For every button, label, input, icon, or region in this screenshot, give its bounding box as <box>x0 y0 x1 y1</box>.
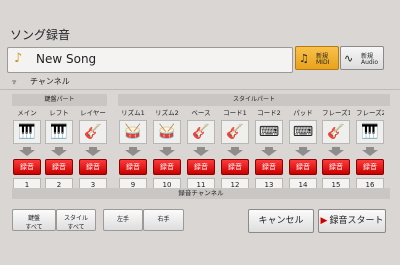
track-name: リズム2 <box>155 109 179 117</box>
track-name: コード2 <box>257 109 281 117</box>
rec-start-label: 録音スタート <box>329 216 384 226</box>
channel-label: チャンネル <box>30 77 70 86</box>
arrow-down-icon <box>261 147 277 156</box>
right-hand-button[interactable]: 右手 <box>143 209 184 231</box>
guitar-icon[interactable]: 🎸 <box>221 120 249 144</box>
rec-start-button[interactable]: ▶ 録音スタート <box>318 209 386 233</box>
rec-toggle-button[interactable]: 録音 <box>13 159 41 175</box>
midi-label-2: MIDI <box>316 59 330 66</box>
rec-toggle-button[interactable]: 録音 <box>153 159 181 175</box>
track-name: レイヤー <box>80 109 106 117</box>
rec-toggle-button[interactable]: 録音 <box>79 159 107 175</box>
arrow-down-icon <box>51 147 67 156</box>
keyboard-part-header: 鍵盤パート <box>12 94 107 106</box>
keyboard-all-button[interactable]: 鍵盤 すべて <box>12 209 56 231</box>
rec-toggle-button[interactable]: 録音 <box>119 159 147 175</box>
piano-icon[interactable]: 🎹 <box>45 120 73 144</box>
track-name: コード1 <box>223 109 247 117</box>
rec-toggle-button[interactable]: 録音 <box>187 159 215 175</box>
guitar-icon[interactable]: 🎸 <box>79 120 107 144</box>
rec-toggle-button[interactable]: 録音 <box>289 159 317 175</box>
arrow-down-icon <box>85 147 101 156</box>
style-part-header: スタイルパート <box>118 94 390 106</box>
arrow-down-icon <box>125 147 141 156</box>
arrow-down-icon <box>19 147 35 156</box>
note-sparkle-icon: ♪ <box>14 51 23 66</box>
arrow-down-icon <box>193 147 209 156</box>
page-title: ソング録音 <box>10 28 71 42</box>
arrow-down-icon <box>159 147 175 156</box>
waveform-icon: ∿ <box>344 52 354 65</box>
arrow-down-icon <box>295 147 311 156</box>
arrow-down-icon <box>362 147 378 156</box>
style-all-l2: すべて <box>67 224 85 231</box>
divider <box>0 89 400 90</box>
style-all-button[interactable]: スタイル すべて <box>56 209 96 231</box>
keyboard-all-l2: すべて <box>25 224 43 231</box>
drums-icon[interactable]: 🥁 <box>119 120 147 144</box>
track-name: フレーズ2 <box>356 109 384 117</box>
cancel-button[interactable]: キャンセル <box>248 209 314 233</box>
new-audio-button[interactable]: ∿ 新規 Audio <box>340 46 384 70</box>
keyboard-icon[interactable]: ⌨ <box>255 120 283 144</box>
rec-toggle-button[interactable]: 録音 <box>255 159 283 175</box>
track-name: ベース <box>191 109 211 117</box>
collapse-chevron-icon[interactable]: ⩔ <box>12 77 17 87</box>
song-name-field[interactable]: ♪ New Song <box>7 47 293 73</box>
guitar-icon[interactable]: 🎸 <box>322 120 350 144</box>
piano-icon[interactable]: 🎹 <box>356 120 384 144</box>
piano-icon[interactable]: 🎹 <box>13 120 41 144</box>
rec-channel-label: 録音チャンネル <box>12 188 390 199</box>
track-name: フレーズ1 <box>322 109 350 117</box>
track-name: リズム1 <box>121 109 145 117</box>
song-name: New Song <box>36 52 97 66</box>
track-name: レフト <box>49 109 69 117</box>
left-hand-button[interactable]: 左手 <box>103 209 143 231</box>
style-all-l1: スタイル <box>63 215 88 222</box>
audio-label-2: Audio <box>361 59 379 66</box>
track-name: メイン <box>17 109 37 117</box>
arrow-down-icon <box>227 147 243 156</box>
drums-icon[interactable]: 🥁 <box>153 120 181 144</box>
arrow-down-icon <box>328 147 344 156</box>
rec-toggle-button[interactable]: 録音 <box>356 159 384 175</box>
music-note-icon: ♫ <box>299 52 309 65</box>
rec-toggle-button[interactable]: 録音 <box>322 159 350 175</box>
rec-toggle-button[interactable]: 録音 <box>45 159 73 175</box>
new-midi-button[interactable]: ♫ 新規 MIDI <box>295 46 339 70</box>
track-name: パッド <box>293 109 313 117</box>
rec-toggle-button[interactable]: 録音 <box>221 159 249 175</box>
bass-guitar-icon[interactable]: 🎸 <box>187 120 215 144</box>
play-icon: ▶ <box>320 216 328 226</box>
keyboard-all-l1: 鍵盤 <box>27 215 40 222</box>
keyboard-icon[interactable]: ⌨ <box>289 120 317 144</box>
